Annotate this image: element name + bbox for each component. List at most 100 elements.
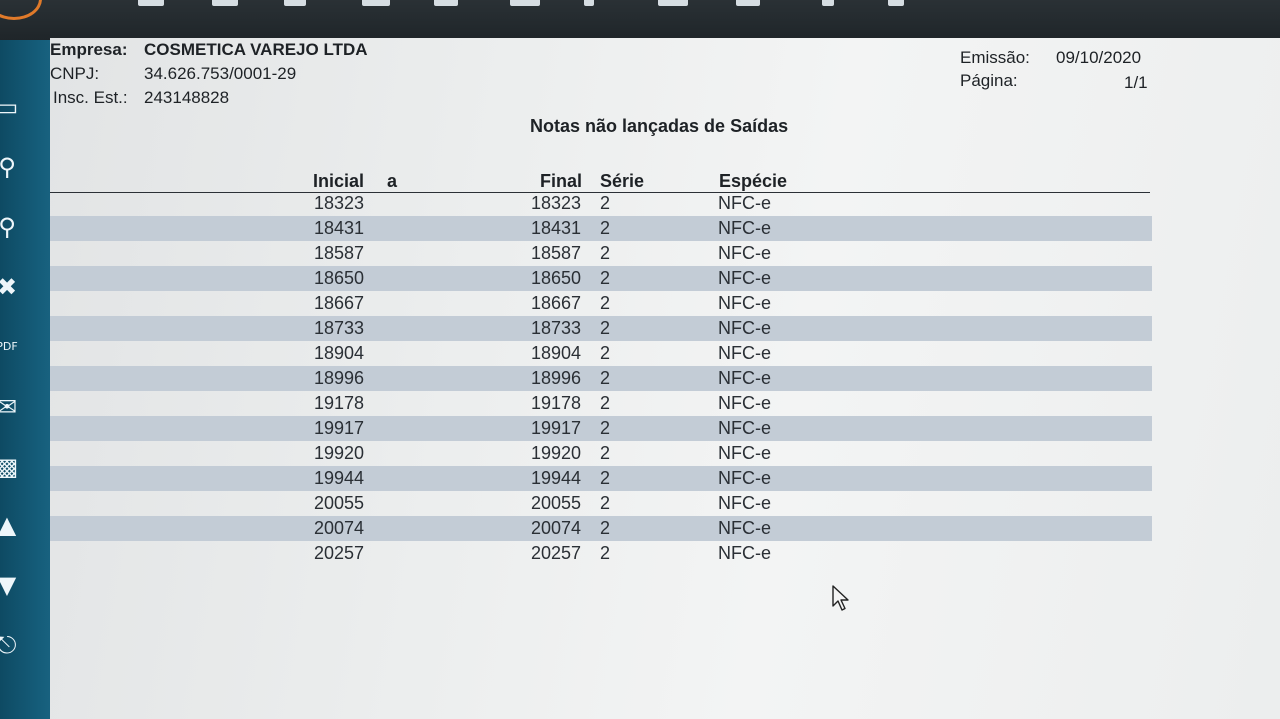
cell-final: 18904 <box>530 343 581 363</box>
cell-inicial: 19920 <box>314 443 365 463</box>
cell-inicial: 19178 <box>314 393 365 413</box>
cell-inicial: 18667 <box>314 293 365 313</box>
toolbar-button-8-icon[interactable] <box>658 0 688 6</box>
cell-final: 18650 <box>530 268 581 288</box>
toolbar-button-5-icon[interactable] <box>434 0 458 6</box>
document-icon[interactable]: ▭ <box>0 92 20 122</box>
cell-especie: NFC-e <box>718 418 771 438</box>
arrow-up-icon[interactable]: ▲ <box>0 510 20 540</box>
cell-especie: NFC-e <box>718 318 771 338</box>
table-row: 20257 20257 2 NFC-e <box>50 541 1152 566</box>
table-row: 18323 18323 2 NFC-e <box>50 191 1152 216</box>
toolbar-button-9-icon[interactable] <box>736 0 760 6</box>
toolbar-button-2-icon[interactable] <box>212 0 238 6</box>
toolbar-button-3-icon[interactable] <box>284 0 306 6</box>
cell-inicial: 18323 <box>314 193 365 213</box>
cell-especie: NFC-e <box>718 443 771 463</box>
column-header-serie: Série <box>600 171 645 191</box>
cell-especie: NFC-e <box>718 268 771 288</box>
table-row: 20055 20055 2 NFC-e <box>50 491 1152 516</box>
cell-serie: 2 <box>600 418 611 438</box>
excel-icon[interactable]: ✖ <box>0 272 20 302</box>
empresa-label: Empresa: <box>50 40 128 59</box>
cell-serie: 2 <box>600 243 611 263</box>
cell-inicial: 20074 <box>314 518 365 538</box>
cell-inicial: 18733 <box>314 318 365 338</box>
cell-especie: NFC-e <box>718 193 771 213</box>
cell-especie: NFC-e <box>718 468 771 488</box>
cell-inicial: 19944 <box>314 468 365 488</box>
cell-final: 18431 <box>530 218 581 238</box>
cell-final: 19917 <box>530 418 581 438</box>
table-row: 20074 20074 2 NFC-e <box>50 516 1152 541</box>
pagina-label: Página: <box>960 71 1018 90</box>
table-row: 18996 18996 2 NFC-e <box>50 366 1152 391</box>
empresa-value: COSMETICA VAREJO LTDA <box>144 40 368 59</box>
pagina-value: 1/1 <box>1124 73 1148 92</box>
cell-inicial: 20257 <box>314 543 365 563</box>
email-icon[interactable]: ✉ <box>0 392 20 422</box>
column-header-inicial: Inicial <box>313 171 365 191</box>
table-row: 18904 18904 2 NFC-e <box>50 341 1152 366</box>
toolbar-button-1-icon[interactable] <box>138 0 164 6</box>
attachment-icon[interactable]: ⎋ <box>0 630 20 660</box>
cell-final: 18323 <box>530 193 581 213</box>
cell-final: 18733 <box>530 318 581 338</box>
arrow-down-icon[interactable]: ▼ <box>0 570 20 600</box>
table-row: 18650 18650 2 NFC-e <box>50 266 1152 291</box>
search-page-icon[interactable]: ⚲ <box>0 212 20 242</box>
toolbar-button-11-icon[interactable] <box>888 0 904 6</box>
cell-serie: 2 <box>600 468 611 488</box>
emissao-value: 09/10/2020 <box>1056 48 1142 67</box>
column-header-final: Final <box>540 171 583 191</box>
cell-final: 20055 <box>530 493 581 513</box>
column-header-especie: Espécie <box>719 171 788 191</box>
insc-est-label: Insc. Est.: <box>53 88 128 107</box>
zoom-icon[interactable]: ⚲ <box>0 152 20 182</box>
cell-final: 18667 <box>530 293 581 313</box>
report-page: Empresa: COSMETICA VAREJO LTDA CNPJ: 34.… <box>50 38 1280 719</box>
mouse-cursor-icon <box>832 585 849 611</box>
table-row: 19920 19920 2 NFC-e <box>50 441 1152 466</box>
cell-serie: 2 <box>600 293 611 313</box>
toolbar-button-6-icon[interactable] <box>510 0 540 6</box>
cell-serie: 2 <box>600 518 611 538</box>
cell-inicial: 20055 <box>314 493 365 513</box>
cnpj-label: CNPJ: <box>50 64 100 83</box>
save-icon[interactable]: ▩ <box>0 452 20 482</box>
table-row: 18667 18667 2 NFC-e <box>50 291 1152 316</box>
cell-final: 20257 <box>530 543 581 563</box>
app-logo-icon <box>0 0 42 20</box>
table-row: 18587 18587 2 NFC-e <box>50 241 1152 266</box>
column-header-a: a <box>387 171 398 191</box>
insc-est-value: 243148828 <box>144 88 230 107</box>
cell-especie: NFC-e <box>718 293 771 313</box>
left-sidebar: ▭ ⚲ ⚲ ✖ PDF ✉ ▩ ▲ ▼ ⎋ <box>0 40 56 719</box>
cell-serie: 2 <box>600 368 611 388</box>
cell-serie: 2 <box>600 268 611 288</box>
cell-inicial: 18587 <box>314 243 365 263</box>
cell-serie: 2 <box>600 393 611 413</box>
pdf-icon[interactable]: PDF <box>0 332 20 362</box>
cell-inicial: 19917 <box>314 418 365 438</box>
toolbar-button-4-icon[interactable] <box>362 0 390 6</box>
cell-final: 20074 <box>530 518 581 538</box>
table-row: 19944 19944 2 NFC-e <box>50 466 1152 491</box>
table-row: 18431 18431 2 NFC-e <box>50 216 1152 241</box>
cell-inicial: 18431 <box>314 218 365 238</box>
cell-serie: 2 <box>600 493 611 513</box>
cell-serie: 2 <box>600 318 611 338</box>
cell-final: 19920 <box>530 443 581 463</box>
cell-especie: NFC-e <box>718 518 771 538</box>
table-row: 19178 19178 2 NFC-e <box>50 391 1152 416</box>
table-row: 19917 19917 2 NFC-e <box>50 416 1152 441</box>
cell-especie: NFC-e <box>718 368 771 388</box>
cell-inicial: 18650 <box>314 268 365 288</box>
toolbar-button-10-icon[interactable] <box>822 0 834 6</box>
cell-especie: NFC-e <box>718 218 771 238</box>
cell-final: 19944 <box>530 468 581 488</box>
toolbar-button-7-icon[interactable] <box>584 0 594 6</box>
cnpj-value: 34.626.753/0001-29 <box>144 64 297 83</box>
cell-serie: 2 <box>600 193 611 213</box>
cell-especie: NFC-e <box>718 543 771 563</box>
